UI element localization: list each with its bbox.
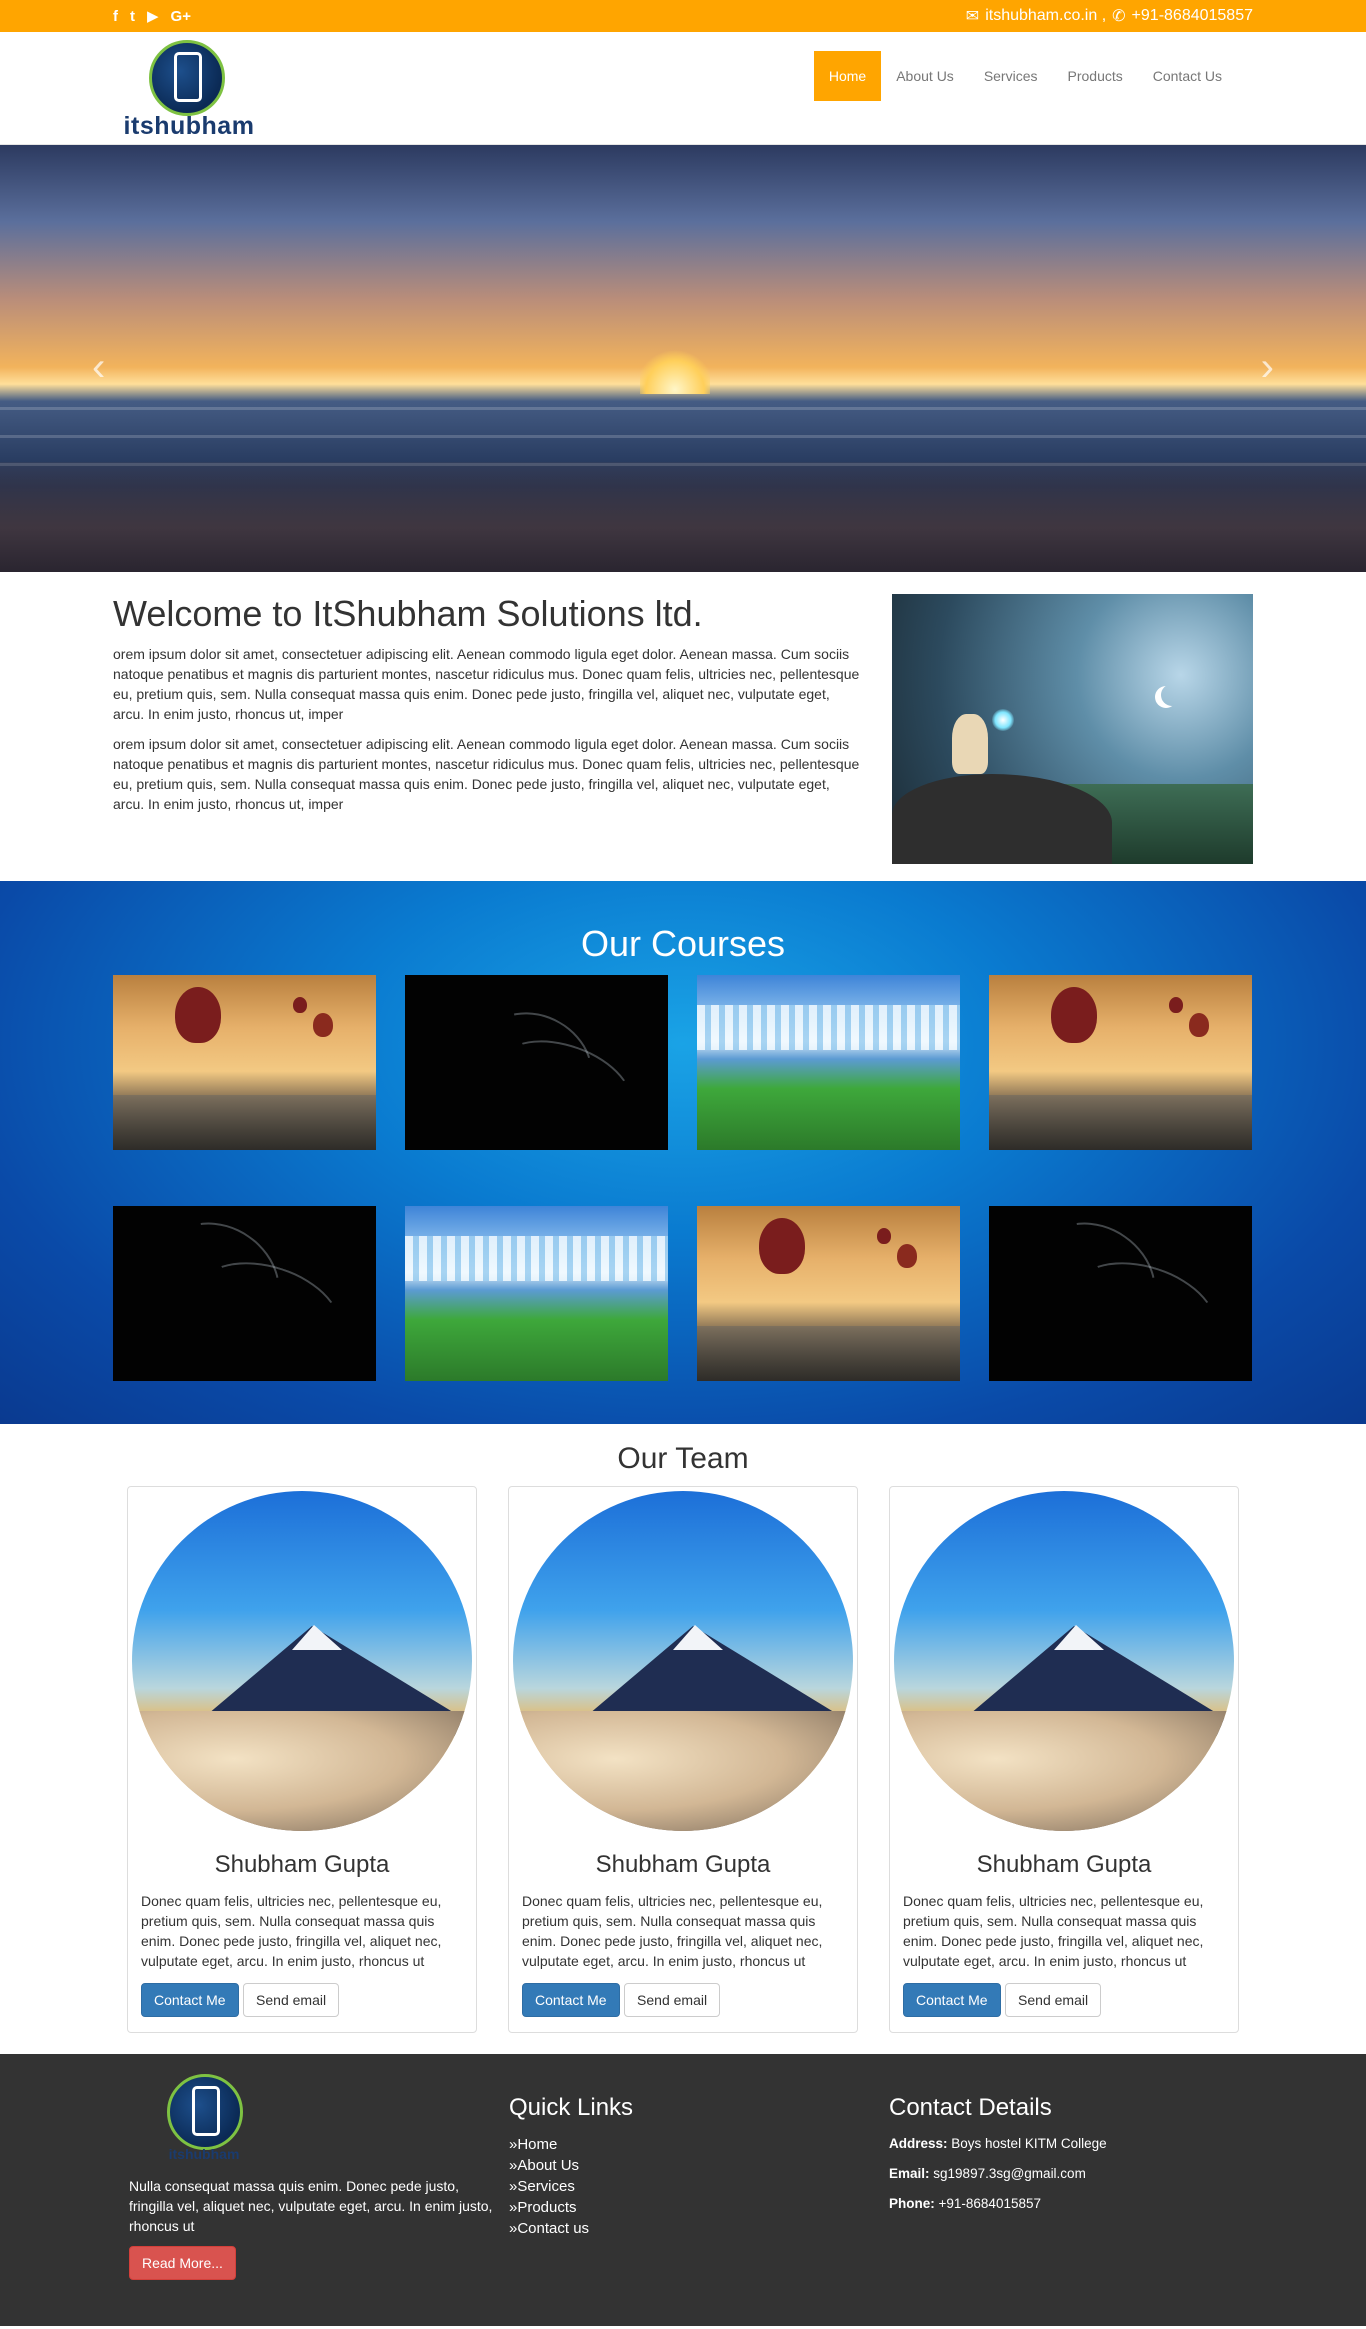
facebook-icon[interactable]: f <box>113 7 118 25</box>
logo-text: itshubham <box>123 112 255 140</box>
footer-logo-text: itshubham <box>168 2146 240 2162</box>
team-photo <box>513 1491 853 1831</box>
team-member-name: Shubham Gupta <box>595 1851 771 1878</box>
carousel-prev-icon[interactable]: ‹ <box>92 345 105 390</box>
team-member-name: Shubham Gupta <box>976 1851 1152 1878</box>
send-email-button[interactable]: Send email <box>1005 1983 1102 2017</box>
course-card-smoke[interactable] <box>405 975 668 1150</box>
youtube-icon[interactable]: ▶ <box>147 7 159 25</box>
footer-quick-links: Quick Links »Home »About Us »Services »P… <box>493 2074 873 2280</box>
welcome-image <box>892 594 1253 864</box>
top-contact: ✉ itshubham.co.in , ✆ +91-8684015857 <box>966 6 1253 26</box>
team-row: Shubham Gupta Donec quam felis, ultricie… <box>0 1486 1366 2033</box>
send-email-button[interactable]: Send email <box>624 1983 721 2017</box>
team-section: Our Team Shubham Gupta Donec quam felis,… <box>0 1424 1366 2054</box>
quick-links-title: Quick Links <box>509 2094 634 2121</box>
contact-me-button[interactable]: Contact Me <box>522 1983 620 2017</box>
envelope-icon: ✉ <box>965 8 980 25</box>
course-card-smoke[interactable] <box>113 1206 376 1381</box>
site-logo[interactable]: itshubham <box>119 38 259 140</box>
team-member-name: Shubham Gupta <box>214 1851 390 1878</box>
site-header: itshubham Home About Us Services Product… <box>0 32 1366 145</box>
nav-services[interactable]: Services <box>969 51 1053 101</box>
nav-contact-us[interactable]: Contact Us <box>1138 51 1237 101</box>
contact-me-button[interactable]: Contact Me <box>903 1983 1001 2017</box>
contact-address: Address: Boys hostel KITM College <box>889 2136 1107 2151</box>
smartphone-icon <box>174 52 202 102</box>
course-card-balloons[interactable] <box>113 975 376 1150</box>
contact-me-button[interactable]: Contact Me <box>141 1983 239 2017</box>
top-email[interactable]: itshubham.co.in , <box>985 7 1106 25</box>
welcome-text: Welcome to ItShubham Solutions ltd. orem… <box>113 594 863 864</box>
welcome-section: Welcome to ItShubham Solutions ltd. orem… <box>0 572 1366 881</box>
team-card: Shubham Gupta Donec quam felis, ultricie… <box>889 1486 1239 2033</box>
team-photo <box>894 1491 1234 1831</box>
footer-about-text: Nulla consequat massa quis enim. Donec p… <box>129 2178 493 2234</box>
twitter-icon[interactable]: t <box>130 7 135 25</box>
footer-logo[interactable]: itshubham <box>129 2074 279 2164</box>
team-photo <box>132 1491 472 1831</box>
footer-about: itshubham Nulla consequat massa quis eni… <box>113 2074 493 2280</box>
team-card: Shubham Gupta Donec quam felis, ultricie… <box>127 1486 477 2033</box>
nav-home[interactable]: Home <box>813 51 882 101</box>
top-bar: f t ▶ G+ ✉ itshubham.co.in , ✆ +91-86840… <box>0 0 1366 32</box>
moon <box>1161 684 1183 706</box>
contact-phone[interactable]: Phone: +91-8684015857 <box>889 2194 1253 2214</box>
team-member-bio: Donec quam felis, ultricies nec, pellent… <box>522 1893 823 1969</box>
footer-link-contact-us[interactable]: »Contact us <box>509 2218 873 2239</box>
course-card-waterfall[interactable] <box>405 1206 668 1381</box>
team-title: Our Team <box>617 1442 749 1475</box>
girl-figure <box>952 714 988 774</box>
courses-section: Our Courses <box>0 881 1366 1424</box>
course-card-balloons[interactable] <box>989 975 1252 1150</box>
footer-contact: Contact Details Address: Boys hostel KIT… <box>873 2074 1253 2280</box>
carousel-next-icon[interactable]: › <box>1261 345 1274 390</box>
site-footer: itshubham Nulla consequat massa quis eni… <box>0 2054 1366 2326</box>
glowing-light <box>992 709 1014 731</box>
main-nav: Home About Us Services Products Contact … <box>813 51 1237 101</box>
welcome-paragraph: orem ipsum dolor sit amet, consectetuer … <box>113 645 860 722</box>
courses-title: Our Courses <box>580 923 786 964</box>
welcome-paragraph: orem ipsum dolor sit amet, consectetuer … <box>113 735 860 812</box>
read-more-button[interactable]: Read More... <box>129 2246 236 2280</box>
course-card-waterfall[interactable] <box>697 975 960 1150</box>
wave <box>0 407 1366 410</box>
footer-link-home[interactable]: »Home <box>509 2134 873 2155</box>
team-member-bio: Donec quam felis, ultricies nec, pellent… <box>903 1893 1204 1969</box>
nav-products[interactable]: Products <box>1053 51 1138 101</box>
smartphone-icon <box>192 2086 220 2136</box>
course-card-balloons[interactable] <box>697 1206 960 1381</box>
nav-about-us[interactable]: About Us <box>881 51 969 101</box>
course-card-smoke[interactable] <box>989 1206 1252 1381</box>
wave <box>0 435 1366 438</box>
top-phone[interactable]: +91-8684015857 <box>1132 7 1253 25</box>
social-links: f t ▶ G+ <box>113 7 191 26</box>
footer-link-about-us[interactable]: »About Us <box>509 2155 873 2176</box>
footer-link-products[interactable]: »Products <box>509 2197 873 2218</box>
welcome-title: Welcome to ItShubham Solutions ltd. <box>113 593 703 634</box>
course-grid <box>113 975 1253 1381</box>
contact-email[interactable]: Email: sg19897.3sg@gmail.com <box>889 2164 1253 2184</box>
google-plus-icon[interactable]: G+ <box>171 7 191 25</box>
team-card: Shubham Gupta Donec quam felis, ultricie… <box>508 1486 858 2033</box>
footer-link-services[interactable]: »Services <box>509 2176 873 2197</box>
beach <box>0 462 1366 572</box>
hero-carousel: ‹ › <box>0 145 1366 572</box>
contact-details-title: Contact Details <box>889 2094 1052 2121</box>
team-member-bio: Donec quam felis, ultricies nec, pellent… <box>141 1893 442 1969</box>
send-email-button[interactable]: Send email <box>243 1983 340 2017</box>
phone-icon: ✆ <box>1112 8 1126 25</box>
sunset-sun <box>640 350 710 394</box>
